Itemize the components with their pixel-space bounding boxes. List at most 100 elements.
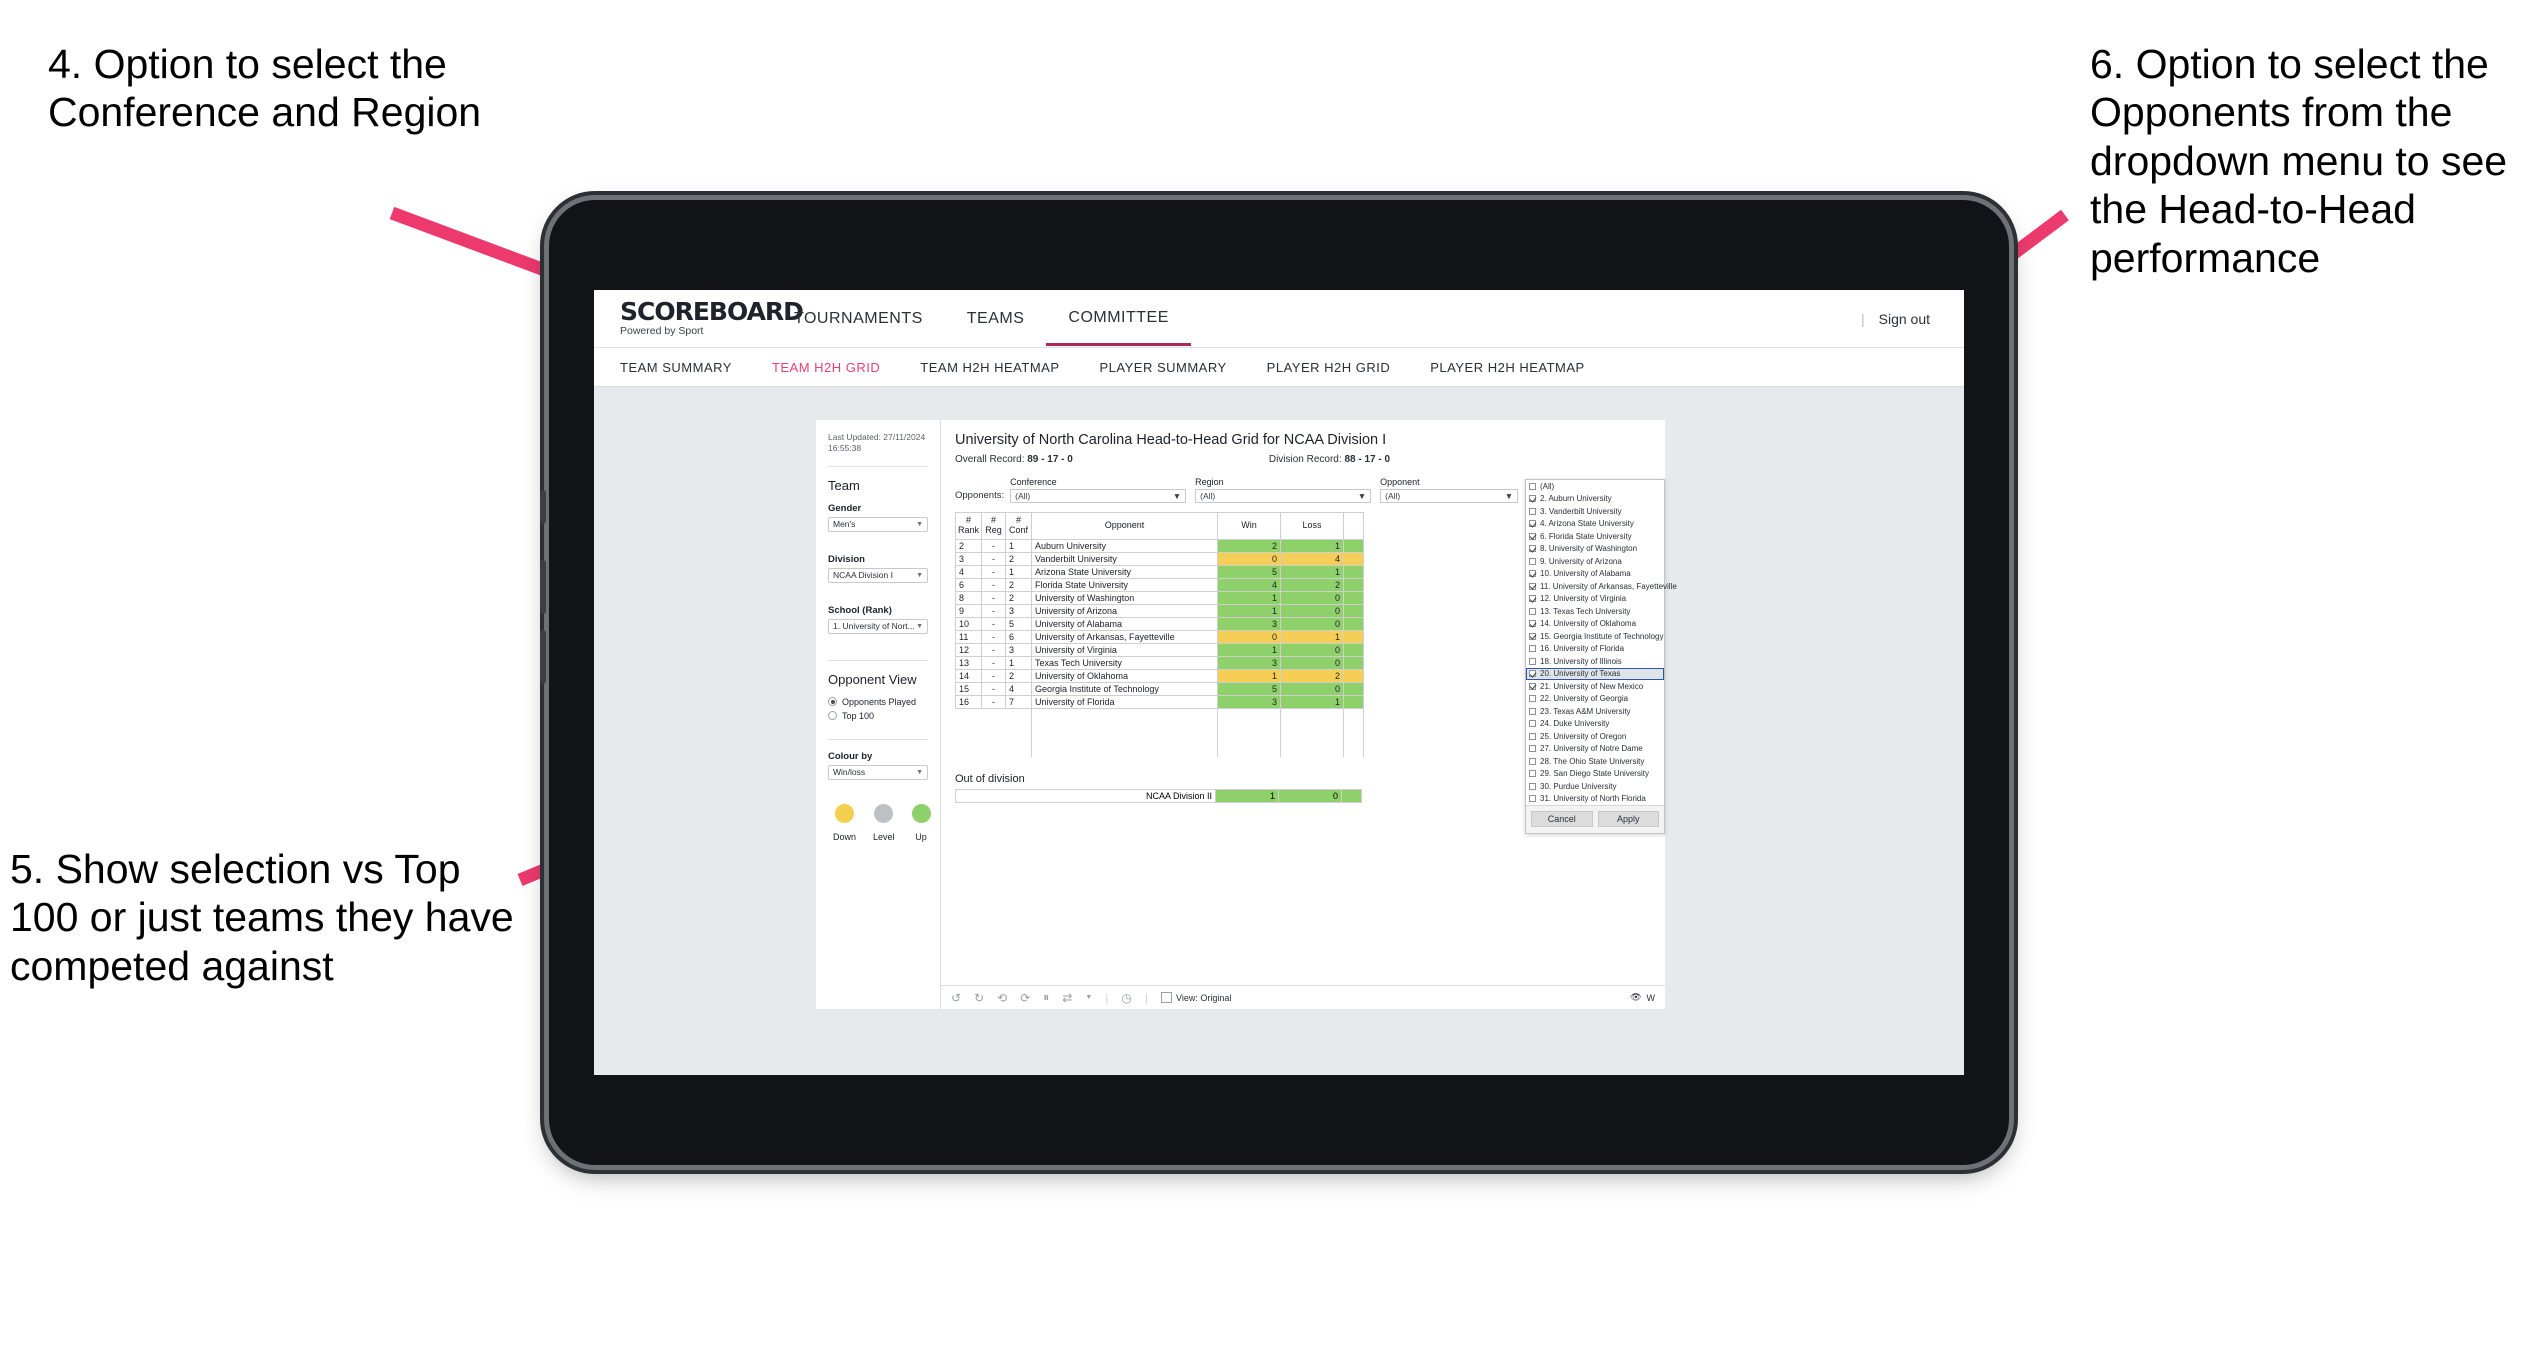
brand-logo[interactable]: SCOREBOARD Powered by Sport	[620, 299, 804, 338]
checkbox-icon[interactable]	[1529, 645, 1536, 653]
subnav-item-player-h2h-grid[interactable]: PLAYER H2H GRID	[1267, 360, 1391, 375]
dropdown-item[interactable]: 21. University of New Mexico	[1526, 680, 1664, 693]
table-row[interactable]: 11-6 University of Arkansas, Fayetteville…	[954, 629, 1365, 644]
colour-by-select[interactable]: Win/loss ▼	[828, 764, 928, 780]
dropdown-item[interactable]: 10. University of Alabama	[1526, 568, 1664, 581]
gender-select[interactable]: Men's ▼	[828, 516, 928, 532]
dropdown-item[interactable]: 18. University of Illinois	[1526, 655, 1664, 668]
dropdown-item[interactable]: 20. University of Texas	[1526, 667, 1664, 680]
checkbox-icon[interactable]	[1529, 707, 1536, 715]
checkbox-icon[interactable]	[1529, 682, 1536, 690]
revert-icon[interactable]: ⟲	[997, 991, 1007, 1005]
opponent-select[interactable]: (All) ▼	[1380, 489, 1519, 503]
checkbox-icon[interactable]	[1529, 520, 1536, 528]
nav-item-teams[interactable]: TEAMS	[945, 293, 1047, 344]
checkbox-icon[interactable]	[1529, 720, 1536, 728]
table-row[interactable]: 8-2 University of Washington 1 0	[954, 590, 1365, 605]
checkbox-icon[interactable]	[1529, 770, 1536, 778]
history-icon[interactable]: ◷	[1121, 991, 1131, 1005]
chevron-down-icon[interactable]: ▼	[1085, 994, 1092, 1001]
dropdown-item[interactable]: 12. University of Virginia	[1526, 593, 1664, 606]
checkbox-icon[interactable]	[1529, 607, 1536, 615]
dropdown-item[interactable]: 30. Purdue University	[1526, 780, 1664, 793]
dropdown-item[interactable]: 4. Arizona State University	[1526, 518, 1664, 531]
checkbox-icon[interactable]	[1529, 620, 1536, 628]
opponent-dropdown-panel[interactable]: (All) 2. Auburn University 3. Vanderbilt U…	[1525, 479, 1677, 834]
pause-updates-icon[interactable]: ⏸	[1043, 990, 1049, 1005]
conference-select[interactable]: (All) ▼	[1010, 489, 1187, 503]
dropdown-item[interactable]: 27. University of Notre Dame	[1526, 743, 1664, 756]
dropdown-item[interactable]: 23. Texas A&M University	[1526, 705, 1664, 718]
nav-item-committee[interactable]: COMMITTEE	[1046, 292, 1191, 346]
division-select[interactable]: NCAA Division I ▼	[828, 567, 928, 583]
dropdown-item[interactable]: 16. University of Florida	[1526, 643, 1664, 656]
table-row[interactable]: 10-5 University of Alabama 3 0	[954, 616, 1365, 631]
table-row[interactable]: 9-3 University of Arizona 1 0	[954, 603, 1365, 618]
checkbox-icon[interactable]	[1529, 757, 1536, 765]
subnav-item-team-h2h-heatmap[interactable]: TEAM H2H HEATMAP	[920, 360, 1059, 375]
dropdown-item[interactable]: 14. University of Oklahoma	[1526, 618, 1664, 631]
checkbox-icon[interactable]	[1529, 657, 1536, 665]
redo-icon[interactable]: ↻	[974, 991, 984, 1005]
dropdown-item[interactable]: 13. Texas Tech University	[1526, 605, 1664, 618]
table-row[interactable]: 3-2 Vanderbilt University 0 4	[954, 551, 1365, 566]
school-rank-select[interactable]: 1. University of Nort... ▼	[828, 618, 928, 634]
table-row[interactable]: 6-2 Florida State University 4 2	[954, 577, 1365, 592]
subnav-item-team-h2h-grid[interactable]: TEAM H2H GRID	[772, 360, 880, 375]
checkbox-icon[interactable]	[1529, 782, 1536, 790]
radio-opponents-played[interactable]: Opponents Played	[828, 697, 928, 707]
share-icon[interactable]: ⇄	[1062, 991, 1072, 1005]
nav-item-tournaments[interactable]: TOURNAMENTS	[772, 293, 945, 344]
subnav-item-player-summary[interactable]: PLAYER SUMMARY	[1100, 360, 1227, 375]
radio-top-100[interactable]: Top 100	[828, 711, 928, 721]
table-row[interactable]: 12-3 University of Virginia 1 0	[954, 642, 1365, 657]
legend-swatch-level	[874, 803, 894, 823]
dropdown-item[interactable]: 24. Duke University	[1526, 718, 1664, 731]
table-row[interactable]: 2-1 Auburn University 2 1	[954, 538, 1365, 553]
dropdown-item[interactable]: 15. Georgia Institute of Technology	[1526, 630, 1664, 643]
dropdown-item[interactable]: 31. University of North Florida	[1526, 793, 1664, 806]
dropdown-item[interactable]: 29. San Diego State University	[1526, 768, 1664, 781]
dropdown-item[interactable]: 2. Auburn University	[1526, 493, 1664, 506]
view-original-button[interactable]: View: Original	[1161, 992, 1231, 1003]
dropdown-item[interactable]: 8. University of Washington	[1526, 543, 1664, 556]
dropdown-item[interactable]: 22. University of Georgia	[1526, 693, 1664, 706]
dropdown-item[interactable]: 3. Vanderbilt University	[1526, 505, 1664, 518]
checkbox-icon[interactable]	[1529, 595, 1536, 603]
dropdown-item[interactable]: 28. The Ohio State University	[1526, 755, 1664, 768]
checkbox-icon[interactable]	[1529, 570, 1536, 578]
dropdown-item[interactable]: (All)	[1526, 480, 1664, 493]
dropdown-item[interactable]: 9. University of Arizona	[1526, 555, 1664, 568]
undo-icon[interactable]: ↺	[951, 991, 961, 1005]
checkbox-icon[interactable]	[1529, 545, 1536, 553]
table-row[interactable]: 16-7 University of Florida 3 1	[954, 694, 1365, 709]
opponent-dropdown-list[interactable]: (All) 2. Auburn University 3. Vanderbilt U…	[1526, 480, 1677, 806]
checkbox-icon[interactable]	[1529, 507, 1536, 515]
checkbox-icon[interactable]	[1529, 732, 1536, 740]
refresh-data-icon[interactable]: ⟳	[1020, 991, 1030, 1005]
checkbox-icon[interactable]	[1529, 795, 1536, 803]
checkbox-icon[interactable]	[1529, 582, 1536, 590]
watch-icon[interactable]: 👁	[1630, 992, 1641, 1003]
table-row[interactable]: 4-1 Arizona State University 5 1	[954, 564, 1365, 579]
subnav-item-team-summary[interactable]: TEAM SUMMARY	[620, 360, 732, 375]
checkbox-icon[interactable]	[1529, 482, 1536, 490]
checkbox-icon[interactable]	[1529, 532, 1536, 540]
checkbox-icon[interactable]	[1529, 670, 1536, 678]
checkbox-icon[interactable]	[1529, 632, 1536, 640]
table-row[interactable]: 13-1 Texas Tech University 3 0	[954, 655, 1365, 670]
dropdown-item[interactable]: 6. Florida State University	[1526, 530, 1664, 543]
checkbox-icon[interactable]	[1529, 745, 1536, 753]
checkbox-icon[interactable]	[1529, 557, 1536, 565]
subnav-item-player-h2h-heatmap[interactable]: PLAYER H2H HEATMAP	[1430, 360, 1584, 375]
sign-out-link[interactable]: Sign out	[1879, 311, 1930, 327]
cancel-button[interactable]: Cancel	[1531, 811, 1593, 827]
dropdown-item[interactable]: 25. University of Oregon	[1526, 730, 1664, 743]
table-row[interactable]: 14-2 University of Oklahoma 1 2	[954, 668, 1365, 683]
dropdown-item[interactable]: 11. University of Arkansas, Fayetteville	[1526, 580, 1677, 593]
checkbox-icon[interactable]	[1529, 495, 1536, 503]
table-row[interactable]: 15-4 Georgia Institute of Technology 5 0	[954, 681, 1365, 696]
apply-button[interactable]: Apply	[1597, 811, 1659, 827]
region-select[interactable]: (All) ▼	[1195, 489, 1372, 503]
checkbox-icon[interactable]	[1529, 695, 1536, 703]
